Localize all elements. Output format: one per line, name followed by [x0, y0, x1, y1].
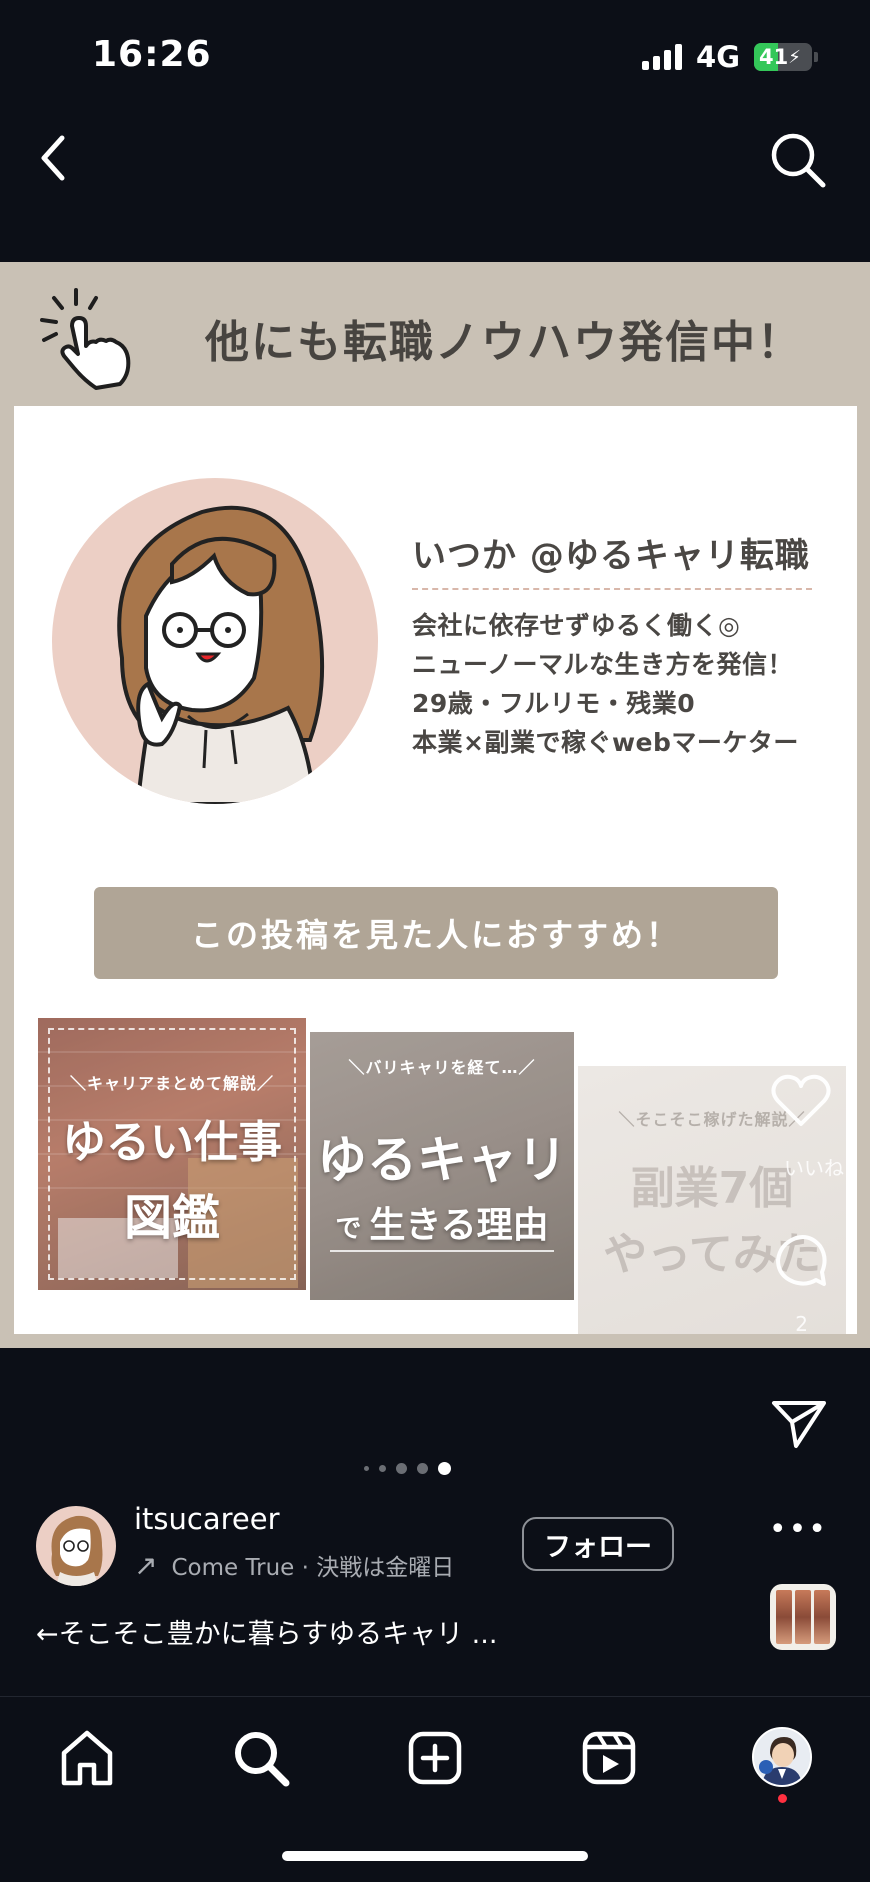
chevron-left-icon: [41, 135, 65, 181]
thumbnail-yurui-shigoto: ＼キャリアまとめて解説／ ゆるい仕事 図鑑: [38, 1018, 306, 1290]
pointing-hand-icon: [40, 288, 131, 390]
author-username[interactable]: itsucareer: [134, 1502, 280, 1536]
music-info[interactable]: ↗ Come True · 決戦は金曜日: [134, 1548, 454, 1582]
status-time: 16:26: [92, 34, 212, 75]
thumbnail-subtitle: ＼バリキャリを経て…／: [348, 1058, 536, 1077]
post-image[interactable]: 他にも転職ノウハウ発信中！ いつか @ゆるキャリ転職 会社に依存せずゆるく働く◎…: [0, 262, 870, 1348]
arrow-up-right-icon: ↗: [134, 1548, 158, 1582]
post-caption[interactable]: ←そこそこ豊かに暮らすゆるキャリ ...: [36, 1612, 497, 1651]
profile-avatar-icon: [754, 1729, 810, 1785]
bio-line: 29歳・フルリモ・残業0: [412, 689, 696, 718]
heart-icon: [771, 1074, 831, 1126]
reels-icon: [582, 1731, 636, 1785]
bio-line: 会社に依存せずゆるく働く◎: [412, 611, 741, 640]
profile-bio: 会社に依存せずゆるく働く◎ ニューノーマルな生き方を発信！ 29歳・フルリモ・残…: [412, 606, 799, 762]
profile-name: いつか @ゆるキャリ転職: [412, 536, 810, 576]
more-options-button[interactable]: •••: [769, 1512, 828, 1547]
avatar-illustration-icon: [51, 1515, 103, 1586]
tab-home[interactable]: [56, 1727, 118, 1789]
profile-illustration: [52, 478, 378, 804]
search-button[interactable]: [768, 130, 828, 190]
home-icon: [61, 1730, 113, 1786]
comment-icon: [776, 1235, 827, 1286]
thumbnail-subtitle: ＼キャリアまとめて解説／: [69, 1074, 274, 1093]
thumbnail-title: ゆるい仕事: [62, 1117, 282, 1168]
like-label: いいね: [784, 1156, 844, 1180]
author-avatar[interactable]: [36, 1506, 116, 1586]
thumbnail-title: ゆるキャリ: [317, 1131, 567, 1189]
carousel-dot: [417, 1463, 428, 1474]
home-indicator[interactable]: [282, 1851, 588, 1861]
like-button[interactable]: [770, 1072, 832, 1128]
carousel-dot: [396, 1463, 407, 1474]
carousel-indicator: [364, 1462, 451, 1475]
music-title: Come True · 決戦は金曜日: [171, 1555, 455, 1581]
comment-count: 2: [795, 1312, 808, 1336]
create-icon: [408, 1731, 462, 1785]
tab-create[interactable]: [404, 1727, 466, 1789]
bio-line: ニューノーマルな生き方を発信！: [412, 650, 794, 679]
carousel-dot: [438, 1462, 451, 1475]
thumbnail-title: 図鑑: [123, 1190, 220, 1246]
tab-profile[interactable]: [752, 1727, 812, 1787]
profile-card: いつか @ゆるキャリ転職 会社に依存せずゆるく働く◎ ニューノーマルな生き方を発…: [14, 406, 857, 1334]
tab-reels[interactable]: [578, 1727, 640, 1789]
follow-button[interactable]: フォロー: [522, 1517, 674, 1571]
thumbnail-yuru-career: ＼バリキャリを経て…／ ゆるキャリ で 生きる理由: [310, 1032, 574, 1300]
thumbnail-title-small: で: [335, 1214, 362, 1244]
notification-dot: [778, 1794, 787, 1803]
battery-icon: 41 ⚡: [754, 43, 818, 71]
search-icon: [771, 133, 826, 188]
thumbnail-title: 生きる理由: [369, 1205, 549, 1246]
send-icon: [772, 1401, 826, 1448]
recommend-label: この投稿を見た人におすすめ！: [190, 916, 681, 954]
search-icon: [235, 1732, 290, 1787]
share-button[interactable]: [770, 1398, 828, 1450]
network-type: 4G: [696, 40, 740, 74]
back-button[interactable]: [32, 130, 82, 186]
audio-thumbnail[interactable]: [770, 1584, 836, 1650]
status-indicators: 4G 41 ⚡: [642, 40, 818, 74]
bio-line: 本業×副業で稼ぐwebマーケター: [412, 728, 799, 757]
battery-percent: 41: [759, 45, 789, 69]
divider: [412, 588, 812, 590]
carousel-dot: [379, 1465, 386, 1472]
carousel-dot: [364, 1466, 369, 1471]
post-headline: 他にも転職ノウハウ発信中！: [205, 317, 803, 368]
comment-button[interactable]: [774, 1234, 828, 1288]
illustration-avatar-icon: [117, 505, 325, 804]
signal-icon: [642, 44, 683, 70]
recommend-banner: この投稿を見た人におすすめ！: [94, 887, 778, 979]
tab-search[interactable]: [230, 1727, 292, 1789]
post-header: 他にも転職ノウハウ発信中！: [0, 262, 870, 406]
